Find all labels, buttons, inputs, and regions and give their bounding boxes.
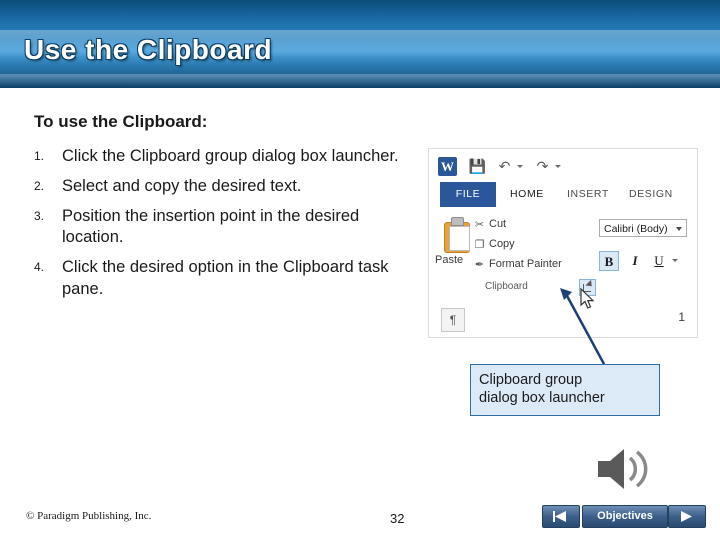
- list-item-number: 4.: [34, 260, 45, 275]
- list-item: 3. Position the insertion point in the d…: [34, 206, 414, 248]
- word-app-icon: W: [438, 157, 457, 176]
- clipboard-clip-shape: [451, 217, 464, 226]
- bold-button[interactable]: B: [599, 251, 619, 271]
- ribbon-tabs: FILE HOME INSERT DESIGN: [429, 182, 697, 208]
- previous-triangle-icon: [553, 511, 566, 522]
- list-item: 1. Click the Clipboard group dialog box …: [34, 146, 414, 167]
- paintbrush-icon: ✒: [474, 259, 485, 271]
- objectives-button[interactable]: Objectives: [582, 505, 668, 528]
- tab-file[interactable]: FILE: [440, 182, 496, 207]
- format-painter-button[interactable]: ✒ Format Painter: [475, 258, 562, 271]
- list-item-label: Click the Clipboard group dialog box lau…: [62, 147, 399, 165]
- underline-dropdown-icon[interactable]: [672, 259, 678, 262]
- redo-icon[interactable]: ↷: [533, 157, 552, 176]
- undo-dropdown-icon[interactable]: [517, 165, 523, 168]
- undo-icon[interactable]: ↶: [495, 157, 514, 176]
- scissors-icon: ✂: [474, 219, 485, 231]
- cut-button-label: Cut: [489, 218, 507, 230]
- word-ribbon-screenshot: W 💾 ↶ ↷ FILE HOME INSERT DESIGN Paste ✂ …: [428, 148, 698, 338]
- list-item-number: 2.: [34, 179, 45, 194]
- save-icon[interactable]: 💾: [468, 157, 487, 176]
- cut-button[interactable]: ✂ Cut: [475, 218, 507, 231]
- page-title: Use the Clipboard: [24, 34, 273, 65]
- tab-insert[interactable]: INSERT: [567, 182, 609, 207]
- copy-icon: ❐: [474, 239, 485, 251]
- copy-button-label: Copy: [489, 238, 515, 250]
- redo-dropdown-icon[interactable]: [555, 165, 561, 168]
- font-name-combobox[interactable]: Calibri (Body): [599, 219, 687, 237]
- clipboard-page-shape: [449, 226, 470, 251]
- copy-button[interactable]: ❐ Copy: [475, 238, 515, 251]
- next-slide-button[interactable]: [668, 505, 706, 528]
- slide-title-banner: Use the Clipboard: [0, 0, 720, 88]
- list-item-label: Select and copy the desired text.: [62, 177, 302, 196]
- steps-list: 1. Click the Clipboard group dialog box …: [34, 146, 414, 309]
- list-item-number: 1.: [34, 149, 45, 163]
- chevron-down-icon[interactable]: [676, 227, 682, 231]
- speaker-icon[interactable]: [596, 446, 652, 492]
- quick-access-toolbar: W 💾 ↶ ↷: [429, 149, 697, 183]
- underline-button[interactable]: U: [649, 251, 669, 271]
- list-item-label: Position the insertion point in the desi…: [62, 207, 360, 247]
- paste-button-label[interactable]: Paste: [435, 254, 463, 266]
- list-item: 2. Select and copy the desired text.: [34, 176, 414, 197]
- document-page-number: 1: [678, 310, 685, 324]
- list-item: 4. Click the desired option in the Clipb…: [34, 257, 414, 299]
- callout-line-1: Clipboard group: [479, 372, 583, 388]
- document-area: ¶ 1: [429, 302, 697, 337]
- copyright-text: © Paradigm Publishing, Inc.: [26, 510, 152, 522]
- tab-design[interactable]: DESIGN: [629, 182, 673, 207]
- clipboard-group-label: Clipboard: [485, 281, 528, 292]
- format-painter-label: Format Painter: [489, 258, 562, 270]
- ribbon-body: Paste ✂ Cut ❐ Copy ✒ Format Painter Clip…: [429, 207, 697, 303]
- italic-button[interactable]: I: [625, 251, 645, 271]
- paste-clipboard-icon[interactable]: [441, 217, 471, 253]
- pilcrow-icon: ¶: [441, 308, 465, 332]
- list-item-label: Click the desired option in the Clipboar…: [62, 258, 389, 298]
- lead-text: To use the Clipboard:: [34, 112, 208, 131]
- font-name-value: Calibri (Body): [604, 223, 668, 235]
- callout-box: Clipboard group dialog box launcher: [470, 364, 660, 416]
- slide-page-number: 32: [390, 511, 405, 526]
- tab-home[interactable]: HOME: [510, 182, 544, 207]
- mouse-cursor-icon: [580, 288, 595, 309]
- next-triangle-icon: [681, 511, 692, 522]
- list-item-number: 3.: [34, 209, 45, 224]
- previous-slide-button[interactable]: [542, 505, 580, 528]
- callout-line-2: dialog box launcher: [479, 390, 605, 407]
